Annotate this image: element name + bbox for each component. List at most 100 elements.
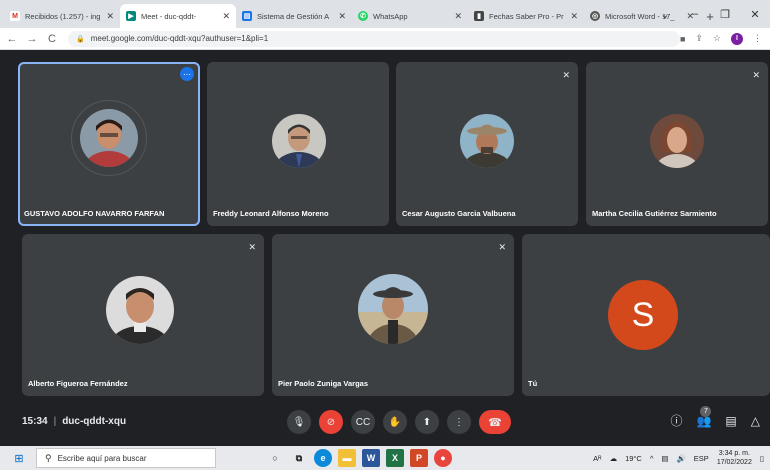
weather-temp[interactable]: 19°C (625, 454, 642, 463)
notification-icon[interactable]: ▯ (760, 454, 764, 463)
captions-button[interactable]: CC (351, 410, 375, 434)
cortana-icon[interactable]: ○ (266, 449, 284, 467)
mic-off-icon: ✕ (498, 242, 506, 252)
window-controls: ⌄ – ❐ ✕ (650, 0, 770, 28)
mic-off-icon: ✕ (562, 70, 570, 80)
tab-title: Meet - duc-qddt- (141, 11, 197, 21)
participant-tile[interactable]: Freddy Leonard Alfonso Moreno (207, 62, 389, 226)
windows-taskbar: ⊞ ⚲ Escribe aquí para buscar ○ ⧉ e ▬ W X… (0, 446, 770, 470)
tab-whatsapp[interactable]: ✆ WhatsApp ✕ (352, 4, 468, 28)
participant-name: Pier Paolo Zuniga Vargas (278, 379, 369, 388)
participant-tile[interactable]: ✕ Martha Cecilia Gutiérrez Sarmiento (586, 62, 768, 226)
side-panel-controls: ⓘ 7 👥 ▤ △ (670, 405, 760, 429)
lock-icon[interactable]: 🔒 (76, 35, 85, 43)
participant-avatar (80, 109, 138, 167)
share-icon[interactable]: ⇪ (695, 33, 703, 44)
meet-icon: ▶ (126, 11, 136, 21)
present-button[interactable]: ⬆ (415, 410, 439, 434)
weather-icon[interactable]: ☁ (610, 454, 618, 463)
more-options-icon[interactable]: ⋯ (180, 67, 194, 81)
camera-icon[interactable]: ■ (680, 34, 685, 44)
tab-meet[interactable]: ▶ Meet - duc-qddt- ✕ (120, 4, 236, 28)
chat-icon[interactable]: ▤ (725, 414, 736, 428)
clock-time: 3:34 p. m. (718, 450, 750, 457)
tab-title: Sistema de Gestión A (257, 11, 330, 21)
tab-sistema[interactable]: ▤ Sistema de Gestión A ✕ (236, 4, 352, 28)
tab-title: WhatsApp (373, 11, 408, 21)
file-explorer-icon[interactable]: ▬ (338, 449, 356, 467)
participant-initial-avatar: S (608, 280, 678, 350)
network-icon[interactable]: ▤ (661, 454, 668, 463)
minimize-button[interactable]: – (680, 8, 710, 20)
word-icon[interactable]: W (362, 449, 380, 467)
tab-search-icon[interactable]: ⌄ (650, 8, 680, 21)
powerpoint-icon[interactable]: P (410, 449, 428, 467)
globe-icon: ◎ (590, 11, 600, 21)
tab-gmail[interactable]: M Recibidos (1.257) - ing ✕ (4, 4, 120, 28)
excel-icon[interactable]: X (386, 449, 404, 467)
ms-icon: ▮ (474, 11, 484, 21)
chrome-icon[interactable]: ● (434, 449, 452, 467)
meet-control-bar: 15:34 | duc-qddt-xqu 🎙 ⊘ CC ✋ ⬆ ⋮ ☎ ⓘ 7 … (0, 400, 770, 442)
edge-icon[interactable]: e (314, 449, 332, 467)
clock-date: 17/02/2022 (716, 459, 752, 466)
address-bar-row: ← → C 🔒 meet.google.com/duc-qddt-xqu?aut… (0, 28, 770, 50)
close-tab-icon[interactable]: ✕ (106, 11, 114, 22)
mic-off-icon: ✕ (248, 242, 256, 252)
raise-hand-button[interactable]: ✋ (383, 410, 407, 434)
chevron-up-icon[interactable]: ^ (650, 454, 654, 463)
captions-icon: CC (355, 416, 371, 428)
people-tray-icon[interactable]: Aᴿ (593, 454, 601, 463)
clock[interactable]: 3:34 p. m. 17/02/2022 (717, 449, 752, 467)
bookmark-star-icon[interactable]: ☆ (713, 33, 721, 44)
camera-toggle-button[interactable]: ⊘ (319, 410, 343, 434)
tab-title: Recibidos (1.257) - ing (25, 11, 101, 21)
participant-tile[interactable]: S Tú (522, 234, 770, 396)
more-options-button[interactable]: ⋮ (447, 410, 471, 434)
close-tab-icon[interactable]: ✕ (222, 11, 230, 22)
separator: | (53, 415, 57, 427)
leave-call-button[interactable]: ☎ (479, 410, 511, 434)
participant-tile[interactable]: ⋯ GUSTAVO ADOLFO NAVARRO FARFAN (18, 62, 200, 226)
close-window-button[interactable]: ✕ (740, 8, 770, 21)
volume-icon[interactable]: 🔊 (676, 454, 685, 463)
restore-button[interactable]: ❐ (710, 8, 740, 21)
participant-name: Freddy Leonard Alfonso Moreno (213, 209, 329, 218)
reload-button[interactable]: C (44, 33, 60, 45)
forward-button[interactable]: → (24, 33, 40, 45)
search-placeholder: Escribe aquí para buscar (57, 453, 147, 463)
windows-start-icon[interactable]: ⊞ (8, 446, 30, 470)
task-view-icon[interactable]: ⧉ (290, 449, 308, 467)
taskbar-search-input[interactable]: ⚲ Escribe aquí para buscar (36, 448, 216, 468)
mic-toggle-button[interactable]: 🎙 (287, 410, 311, 434)
participant-avatar (460, 114, 514, 168)
info-icon[interactable]: ⓘ (670, 412, 682, 429)
meeting-time: 15:34 (22, 415, 48, 427)
activities-icon[interactable]: △ (751, 414, 760, 428)
participant-tile[interactable]: ✕ Alberto Figueroa Fernández (22, 234, 264, 396)
participant-avatar (272, 114, 326, 168)
mic-icon: 🎙 (292, 416, 306, 428)
mic-off-icon: ✕ (752, 70, 760, 80)
participant-avatar (358, 274, 428, 344)
address-bar-icons: ■ ⇪ ☆ I ⋮ (680, 32, 762, 45)
close-tab-icon[interactable]: ✕ (454, 11, 462, 22)
participant-tile[interactable]: ✕ Pier Paolo Zuniga Vargas (272, 234, 514, 396)
url-field[interactable]: 🔒 meet.google.com/duc-qddt-xqu?authuser=… (68, 30, 680, 47)
participant-avatar (650, 114, 704, 168)
call-controls: 🎙 ⊘ CC ✋ ⬆ ⋮ ☎ (287, 410, 511, 434)
back-button[interactable]: ← (4, 33, 20, 45)
close-tab-icon[interactable]: ✕ (338, 11, 346, 22)
camera-off-icon: ⊘ (326, 416, 336, 428)
participant-avatar (106, 276, 174, 344)
menu-dots-icon[interactable]: ⋮ (753, 33, 762, 44)
search-icon: ⚲ (45, 452, 52, 463)
people-button[interactable]: 7 👥 (696, 405, 712, 428)
hand-icon: ✋ (388, 416, 402, 428)
close-tab-icon[interactable]: ✕ (570, 11, 578, 22)
tab-title: Fechas Saber Pro - Pr (489, 11, 564, 21)
language-indicator[interactable]: ESP (694, 454, 709, 463)
participant-tile[interactable]: ✕ Cesar Augusto Garcia Valbuena (396, 62, 578, 226)
tab-fechas[interactable]: ▮ Fechas Saber Pro - Pr ✕ (468, 4, 584, 28)
profile-avatar[interactable]: I (731, 32, 743, 45)
